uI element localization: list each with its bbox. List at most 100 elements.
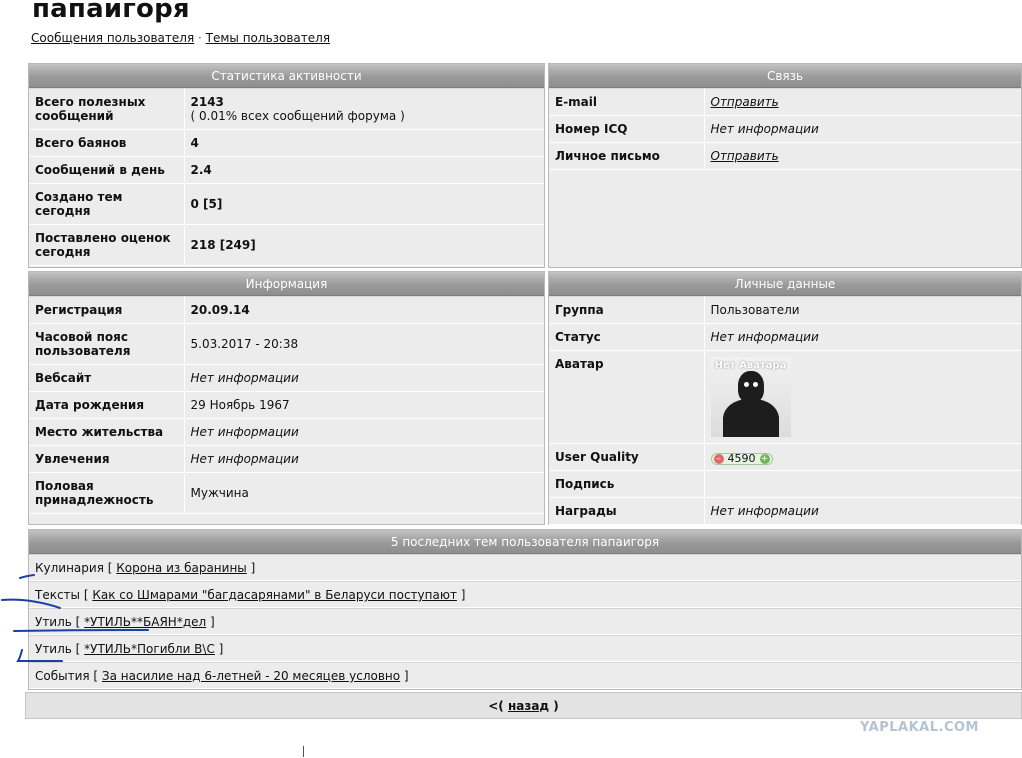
stat-row: Создано тем сегодня 0 [5] [29, 183, 544, 225]
personal-label: Награды [549, 497, 705, 525]
contact-panel: Связь E-mail Отправить Номер ICQ Нет инф… [548, 63, 1022, 268]
send-email-link[interactable]: Отправить [711, 95, 779, 109]
recent-topics-panel: 5 последних тем пользователя папаигоря К… [28, 529, 1022, 690]
personal-value: Нет информации [704, 323, 1021, 351]
back-suffix: ) [553, 699, 559, 713]
personal-value: Пользователи [704, 296, 1021, 324]
quality-value: 4590 [727, 452, 756, 465]
info-row: Половая принадлежность Мужчина [29, 472, 544, 514]
contact-row: Номер ICQ Нет информации [549, 115, 1021, 143]
personal-label: User Quality [549, 443, 705, 471]
contact-value: Нет информации [704, 115, 1021, 143]
user-quality-widget: – 4590 + [710, 452, 773, 465]
quality-plus-button[interactable]: + [759, 453, 770, 464]
topic-row: Тексты [ Как со Шмарами "багдасарянами" … [29, 581, 1021, 608]
signature-value [704, 470, 1021, 498]
info-value: Нет информации [184, 445, 544, 473]
info-row: Вебсайт Нет информации [29, 364, 544, 392]
info-panel-title: Информация [29, 272, 544, 296]
annotation-stroke [16, 649, 63, 663]
back-link[interactable]: назад [508, 699, 549, 713]
info-label: Половая принадлежность [29, 472, 185, 514]
topic-row: Кулинария [ Корона из баранины ] [29, 554, 1021, 581]
info-row: Увлечения Нет информации [29, 445, 544, 473]
stat-value: 0 [5] [184, 183, 544, 225]
stat-row: Всего полезных сообщений 2143 ( 0.01% вс… [29, 88, 544, 130]
info-label: Часовой пояс пользователя [29, 323, 185, 365]
personal-panel-title: Личные данные [549, 272, 1021, 296]
info-value: Мужчина [184, 472, 544, 514]
quality-cell: – 4590 + [704, 443, 1021, 471]
username-title: папаигоря [32, 0, 190, 24]
stat-row: Сообщений в день 2.4 [29, 156, 544, 184]
personal-row: Аватар Нет Аватара [549, 350, 1021, 444]
info-value: 29 Ноябрь 1967 [184, 391, 544, 419]
info-value: 20.09.14 [184, 296, 544, 324]
personal-value: Нет информации [704, 497, 1021, 525]
personal-label: Подпись [549, 470, 705, 498]
contact-label: Личное письмо [549, 142, 705, 170]
personal-row: User Quality – 4590 + [549, 443, 1021, 471]
stat-label: Сообщений в день [29, 156, 185, 184]
stat-value: 2143 ( 0.01% всех сообщений форума ) [184, 88, 544, 130]
contact-label: E-mail [549, 88, 705, 116]
personal-row: Группа Пользователи [549, 296, 1021, 324]
info-row: Место жительства Нет информации [29, 418, 544, 446]
info-row: Дата рождения 29 Ноябрь 1967 [29, 391, 544, 419]
stray-cursor-mark [303, 746, 304, 757]
info-label: Вебсайт [29, 364, 185, 392]
personal-panel: Личные данные Группа Пользователи Статус… [548, 271, 1022, 525]
info-label: Регистрация [29, 296, 185, 324]
avatar-head-shape [737, 371, 764, 403]
activity-panel-title: Статистика активности [29, 64, 544, 88]
annotation-stroke [1, 598, 61, 609]
topic-row: События [ За насилие над 6-летней - 20 м… [29, 662, 1021, 689]
stat-value: 4 [184, 129, 544, 157]
stat-label: Поставлено оценок сегодня [29, 224, 185, 266]
personal-row: Награды Нет информации [549, 497, 1021, 525]
personal-row: Статус Нет информации [549, 323, 1021, 351]
handwritten-annotations [1, 574, 149, 663]
avatar-eye [752, 382, 758, 387]
stat-row: Всего баянов 4 [29, 129, 544, 157]
info-label: Увлечения [29, 445, 185, 473]
link-separator: · [198, 31, 202, 45]
topic-row: Утиль [ *УТИЛЬ**БАЯН*дел ] [29, 608, 1021, 635]
stat-value: 218 [249] [184, 224, 544, 266]
info-row: Часовой пояс пользователя 5.03.2017 - 20… [29, 323, 544, 365]
annotation-stroke [19, 574, 35, 579]
avatar-cell: Нет Аватара [704, 350, 1021, 444]
topic-row: Утиль [ *УТИЛЬ*Погибли В\С ] [29, 635, 1021, 662]
back-prefix: <( [488, 699, 504, 713]
info-panel: Информация Регистрация 20.09.14 Часовой … [28, 271, 545, 525]
stat-value-sub: ( 0.01% всех сообщений форума ) [190, 109, 405, 123]
user-links: Сообщения пользователя · Темы пользовате… [31, 31, 330, 45]
user-posts-link[interactable]: Сообщения пользователя [31, 31, 194, 45]
personal-label: Группа [549, 296, 705, 324]
personal-label: Аватар [549, 350, 705, 444]
send-pm-link[interactable]: Отправить [711, 149, 779, 163]
personal-row: Подпись [549, 470, 1021, 498]
stat-value: 2.4 [184, 156, 544, 184]
site-watermark: YAPLAKAL.COM [860, 720, 979, 735]
stat-value-main: 2143 [190, 95, 224, 109]
stat-row: Поставлено оценок сегодня 218 [249] [29, 224, 544, 266]
contact-row: Личное письмо Отправить [549, 142, 1021, 170]
avatar-body-shape [722, 399, 779, 437]
user-topics-link[interactable]: Темы пользователя [206, 31, 330, 45]
stat-label: Всего полезных сообщений [29, 88, 185, 130]
avatar-placeholder-text: Нет Аватара [714, 360, 787, 371]
info-value: Нет информации [184, 418, 544, 446]
quality-minus-button[interactable]: – [713, 453, 724, 464]
info-value: 5.03.2017 - 20:38 [184, 323, 544, 365]
personal-label: Статус [549, 323, 705, 351]
contact-row: E-mail Отправить [549, 88, 1021, 116]
info-label: Место жительства [29, 418, 185, 446]
info-value: Нет информации [184, 364, 544, 392]
annotation-stroke [13, 629, 149, 632]
info-row: Регистрация 20.09.14 [29, 296, 544, 324]
stat-label: Создано тем сегодня [29, 183, 185, 225]
contact-panel-title: Связь [549, 64, 1021, 88]
stat-label: Всего баянов [29, 129, 185, 157]
back-bar: <( назад ) [25, 692, 1022, 719]
